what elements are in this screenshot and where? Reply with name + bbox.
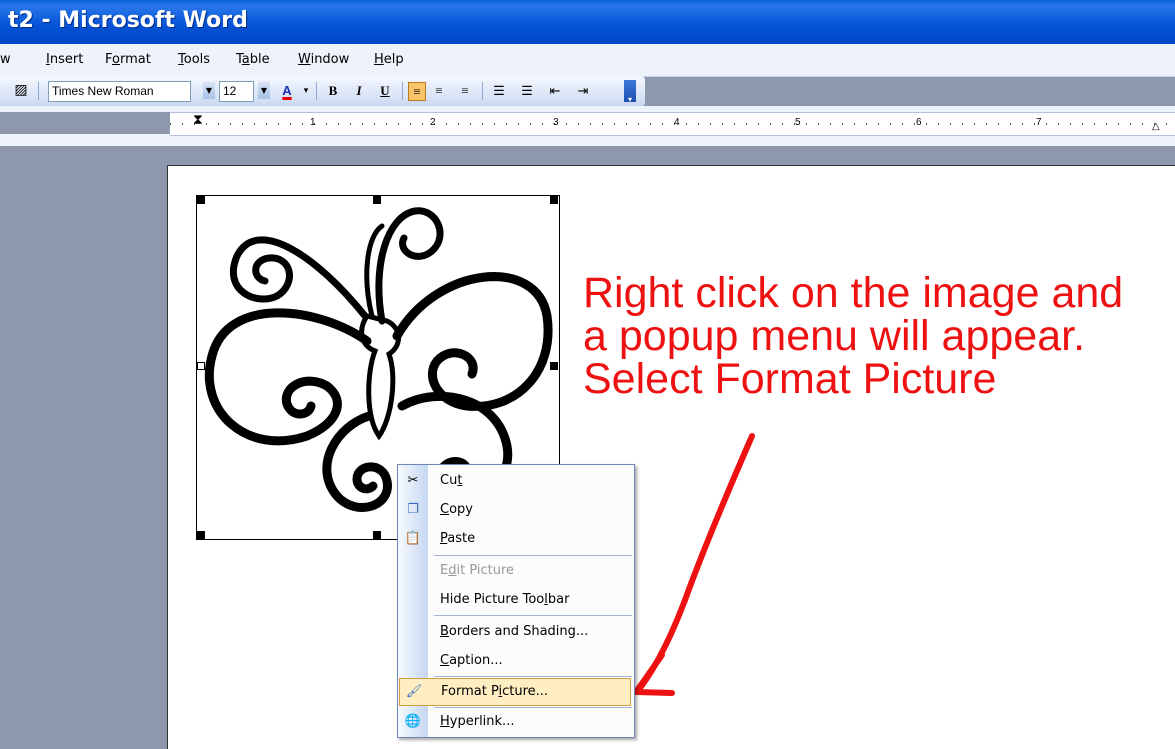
menu-item-copy[interactable]: ❐ Copy [398,496,634,524]
format-picture-icon: 🖌 [405,684,423,699]
menu-item-hyperlink[interactable]: 🌐 Hyperlink... [398,708,634,736]
menu-item-paste[interactable]: 📋 Paste [398,525,634,553]
paste-icon: 📋 [404,531,422,546]
menu-item-cut[interactable]: ✂ Cut [398,467,634,495]
menu-item-edit-picture-post: it Picture [456,563,515,578]
menu-item-caption-post: aption... [449,653,503,668]
menu-item-caption-label: Caption... [440,653,503,668]
menu-item-copy-accel: C [440,502,450,517]
menu-separator [434,615,632,616]
menu-item-hyperlink-post: yperlink... [449,714,515,729]
menu-item-edit-picture: Edit Picture [398,557,634,585]
menu-separator [434,555,632,556]
menu-item-caption-accel: C [440,653,450,668]
menu-item-cut-label: Cut [440,473,462,488]
menu-item-format-picture-post: cture... [502,684,549,699]
hyperlink-icon: 🌐 [404,714,422,729]
menu-item-hyperlink-accel: H [440,714,450,729]
scissors-icon: ✂ [407,473,419,488]
menu-item-paste-label: Paste [440,531,475,546]
menu-item-hide-toolbar-label: Hide Picture Toolbar [440,592,569,607]
menu-item-copy-post: opy [449,502,473,517]
menu-item-paste-post: aste [447,531,476,546]
menu-item-hyperlink-label: Hyperlink... [440,714,514,729]
menu-item-copy-label: Copy [440,502,473,517]
menu-item-caption[interactable]: Caption... [398,647,634,675]
menu-item-borders-post: orders and Shading... [448,624,589,639]
menu-item-borders-label: Borders and Shading... [440,624,588,639]
menu-item-format-picture-label: Format Picture... [441,684,548,699]
menu-item-hide-toolbar-pre: Hide Picture Too [440,592,545,607]
menu-item-cut-accel: t [457,473,463,488]
menu-item-format-picture[interactable]: 🖌 Format Picture... [399,678,631,706]
menu-item-borders-shading[interactable]: Borders and Shading... [398,618,634,646]
menu-item-cut-pre: Cu [440,473,458,488]
menu-item-hide-toolbar-post: bar [547,592,570,607]
menu-item-hide-picture-toolbar[interactable]: Hide Picture Toolbar [398,586,634,614]
menu-item-edit-picture-pre: E [440,563,449,578]
copy-icon: ❐ [407,502,419,517]
menu-separator [434,676,632,677]
menu-item-borders-accel: B [440,624,449,639]
menu-item-format-picture-pre: Format P [441,684,499,699]
menu-item-edit-picture-label: Edit Picture [440,563,514,578]
context-menu: ✂ Cut ❐ Copy 📋 Paste Edit Picture Hide P… [397,464,635,738]
